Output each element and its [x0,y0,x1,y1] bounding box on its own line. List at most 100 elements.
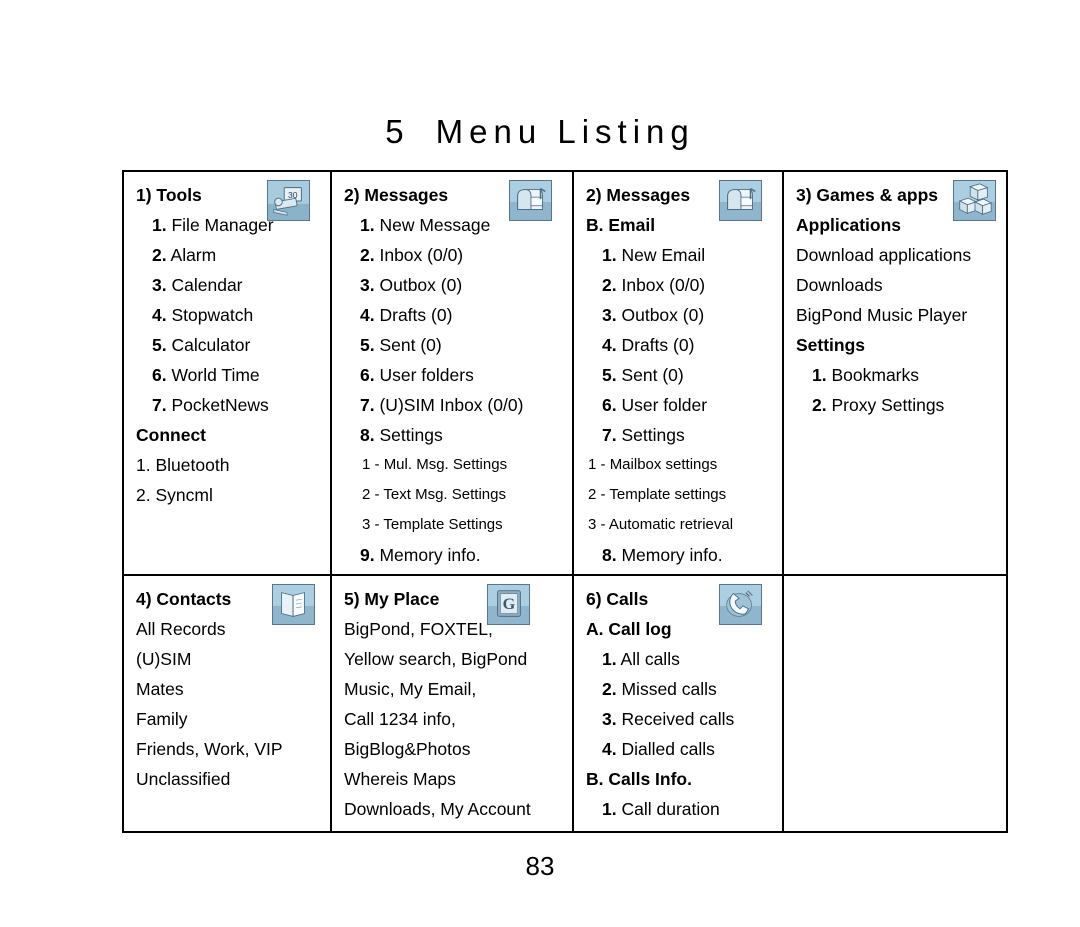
subitem-label: Mul. Msg. Settings [383,456,508,473]
item-label: Dialled calls [621,739,715,759]
item-label: Received calls [621,709,735,729]
cell-calls: 6) Calls A. Call log 1. All calls 2. Mis… [572,574,784,833]
item-number: 7. [602,425,617,445]
list-item: (U)SIM [136,649,192,669]
list-subitem: 1 - Mailbox settings [586,450,776,480]
blocks-icon [953,180,996,221]
cell-messages: 2) Messages 1. New Message 2. Inbox (0/0… [330,170,574,576]
list-item: 4. Dialled calls [586,734,776,764]
list-item: 3. Outbox (0) [344,270,566,300]
page-title: 5 Menu Listing [0,113,1080,151]
item-number: 2. [360,245,375,265]
item-label: Outbox (0) [621,305,705,325]
item-label: (U)SIM Inbox (0/0) [379,395,524,415]
item-number: 2. [136,485,151,505]
list-item: 1. New Email [586,240,776,270]
subitem-number: 1 - [588,456,606,473]
subitem-label: Template settings [609,486,727,503]
list-subitem: 3 - Automatic retrieval [586,510,776,540]
list-item: Unclassified [136,769,231,789]
item-label: Alarm [170,245,217,265]
item-number: 3. [602,305,617,325]
subitem-number: 1 - [362,456,380,473]
item-label: File Manager [171,215,274,235]
item-label: Call duration [621,799,720,819]
item-number: 7. [152,395,167,415]
list-subitem: 2 - Text Msg. Settings [344,480,566,510]
list-item: Family [136,709,188,729]
cell-messages-email: 2) Messages B. Email 1. New Email 2. Inb… [572,170,784,576]
item-number: 2. [152,245,167,265]
handset-icon [719,584,762,625]
item-label: All calls [620,649,680,669]
list-item: 8. Memory info. [586,540,776,570]
item-label: Calendar [171,275,243,295]
list-item: 7. Settings [586,420,776,450]
chapter-title: Menu Listing [435,113,695,150]
cell-games-apps: 3) Games & apps Applications Download ap… [782,170,1008,576]
table-row: 30 1) Tools 1. File Manager 2. Alarm 3. … [122,170,1008,576]
item-number: 1. [360,215,375,235]
cell-header-my-place: 5) My Place [344,589,440,609]
list-subitem: 3 - Template Settings [344,510,566,540]
list-item: BigPond Music Player [796,305,968,325]
item-number: 5. [360,335,375,355]
item-label: Missed calls [621,679,717,699]
list-item: 3. Received calls [586,704,776,734]
item-number: 7. [360,395,375,415]
item-number: 3. [602,709,617,729]
item-number: 8. [602,545,617,565]
subitem-number: 2 - [588,486,606,503]
item-label: New Message [379,215,491,235]
list-item: Whereis Maps [344,769,456,789]
item-number: 2. [602,679,617,699]
item-label: User folder [621,395,708,415]
list-item: Downloads [796,275,883,295]
subitem-label: Mailbox settings [609,456,718,473]
table-row: 4) Contacts All Records (U)SIM Mates Fam… [122,574,1008,833]
item-label: Memory info. [379,545,481,565]
subitem-label: Text Msg. Settings [383,486,506,503]
item-number: 6. [360,365,375,385]
item-label: New Email [621,245,706,265]
list-item: 2. Proxy Settings [796,390,1000,420]
portal-g-icon: G [487,584,530,625]
menu-listing-table: 30 1) Tools 1. File Manager 2. Alarm 3. … [122,170,1008,833]
item-label: Drafts (0) [621,335,695,355]
item-number: 1. [602,649,617,669]
item-number: 3. [152,275,167,295]
item-number: 1. [152,215,167,235]
list-item: Yellow search, BigPond [344,649,528,669]
item-label: Drafts (0) [379,305,453,325]
cell-empty [782,574,1008,833]
item-number: 5. [602,365,617,385]
item-label: Memory info. [621,545,723,565]
list-item: 7. PocketNews [136,390,324,420]
list-item: Call 1234 info, [344,709,456,729]
item-label: Proxy Settings [831,395,945,415]
page-number: 83 [525,851,555,881]
item-label: Calculator [171,335,251,355]
list-item: 3. Outbox (0) [586,300,776,330]
subitem-number: 3 - [588,516,606,533]
list-item: Downloads, My Account [344,799,531,819]
item-number: 9. [360,545,375,565]
list-item: Music, My Email, [344,679,477,699]
item-number: 3. [360,275,375,295]
item-number: 2. [812,395,827,415]
item-number: 6. [152,365,167,385]
item-number: 8. [360,425,375,445]
list-item: Download applications [796,245,972,265]
item-number: 4. [360,305,375,325]
item-number: 4. [602,335,617,355]
item-label: Bluetooth [155,455,230,475]
list-item: 5. Sent (0) [586,360,776,390]
list-subitem: 2 - Template settings [586,480,776,510]
item-label: Outbox (0) [379,275,463,295]
list-item: 2. Inbox (0/0) [344,240,566,270]
subitem-label: Template Settings [383,516,503,533]
item-label: Syncml [155,485,213,505]
list-item: 8. Settings [344,420,566,450]
list-item: 9. Memory info. [344,540,566,570]
list-item: 1. Bluetooth [136,450,324,480]
